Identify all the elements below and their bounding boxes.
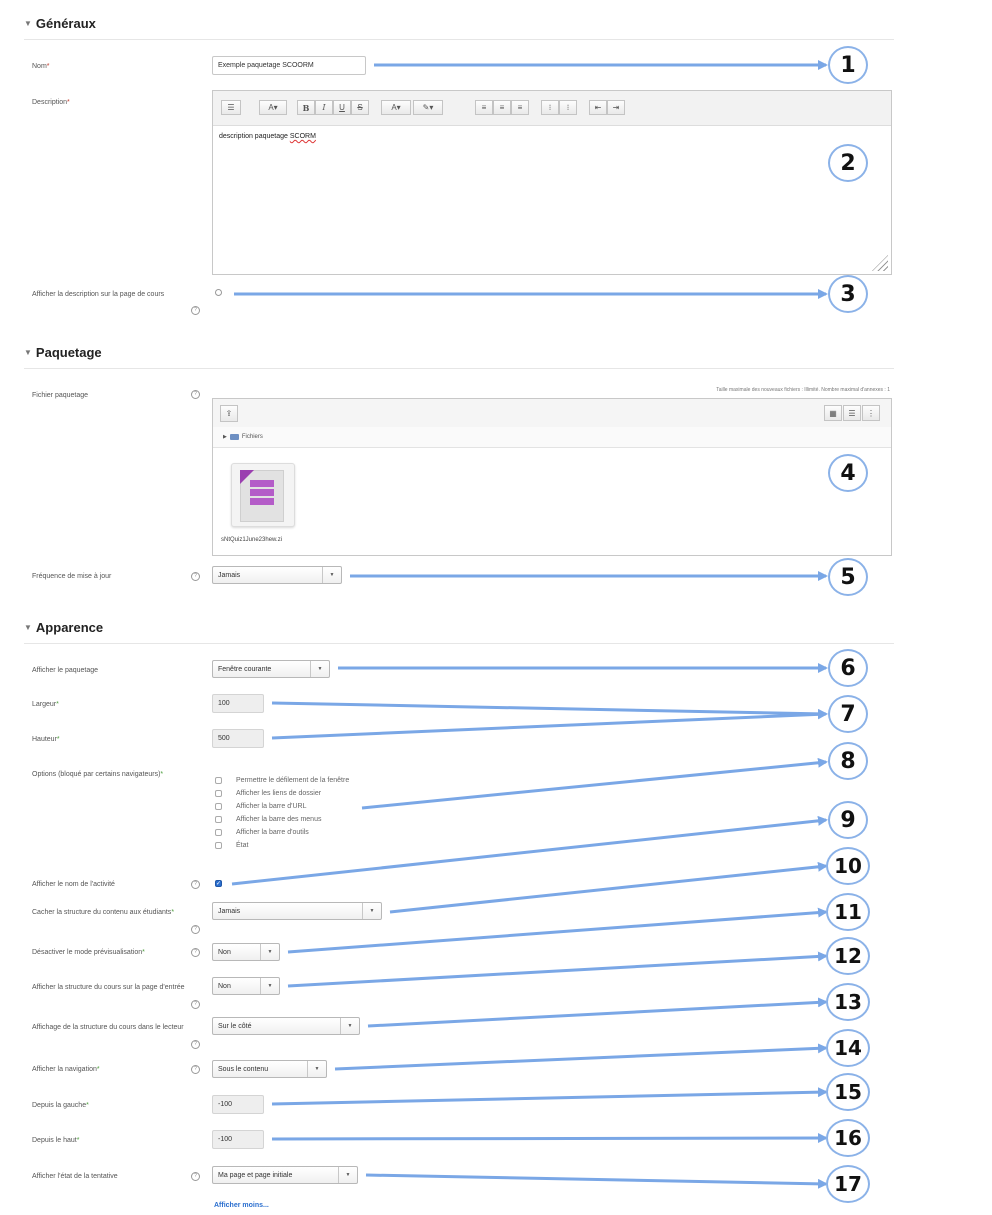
- callout-number: 5: [828, 558, 868, 596]
- arrow-13: [367, 997, 828, 1028]
- arrow-14: [334, 1043, 828, 1071]
- callout-number: 7: [828, 695, 868, 733]
- callout-number: 2: [828, 144, 868, 182]
- callout-number: 8: [828, 742, 868, 780]
- callout-number: 14: [826, 1029, 870, 1067]
- arrow-7b: [271, 709, 828, 740]
- callout-number: 12: [826, 937, 870, 975]
- arrow-8: [361, 757, 828, 810]
- arrow-12: [287, 951, 828, 988]
- callout-number: 4: [828, 454, 868, 492]
- arrow-15: [271, 1087, 828, 1106]
- arrow-16: [271, 1133, 828, 1144]
- callout-number: 1: [828, 46, 868, 84]
- callout-number: 17: [826, 1165, 870, 1203]
- callout-number: 11: [826, 893, 870, 931]
- callout-number: 10: [826, 847, 870, 885]
- arrow-7a: [271, 701, 828, 719]
- callout-number: 6: [828, 649, 868, 687]
- callout-number: 13: [826, 983, 870, 1021]
- callout-number: 3: [828, 275, 868, 313]
- callout-number: 16: [826, 1119, 870, 1157]
- callout-number: 9: [828, 801, 868, 839]
- callout-number: 15: [826, 1073, 870, 1111]
- arrow-17: [365, 1173, 828, 1189]
- arrow-10: [389, 861, 828, 914]
- arrow-11: [287, 907, 828, 954]
